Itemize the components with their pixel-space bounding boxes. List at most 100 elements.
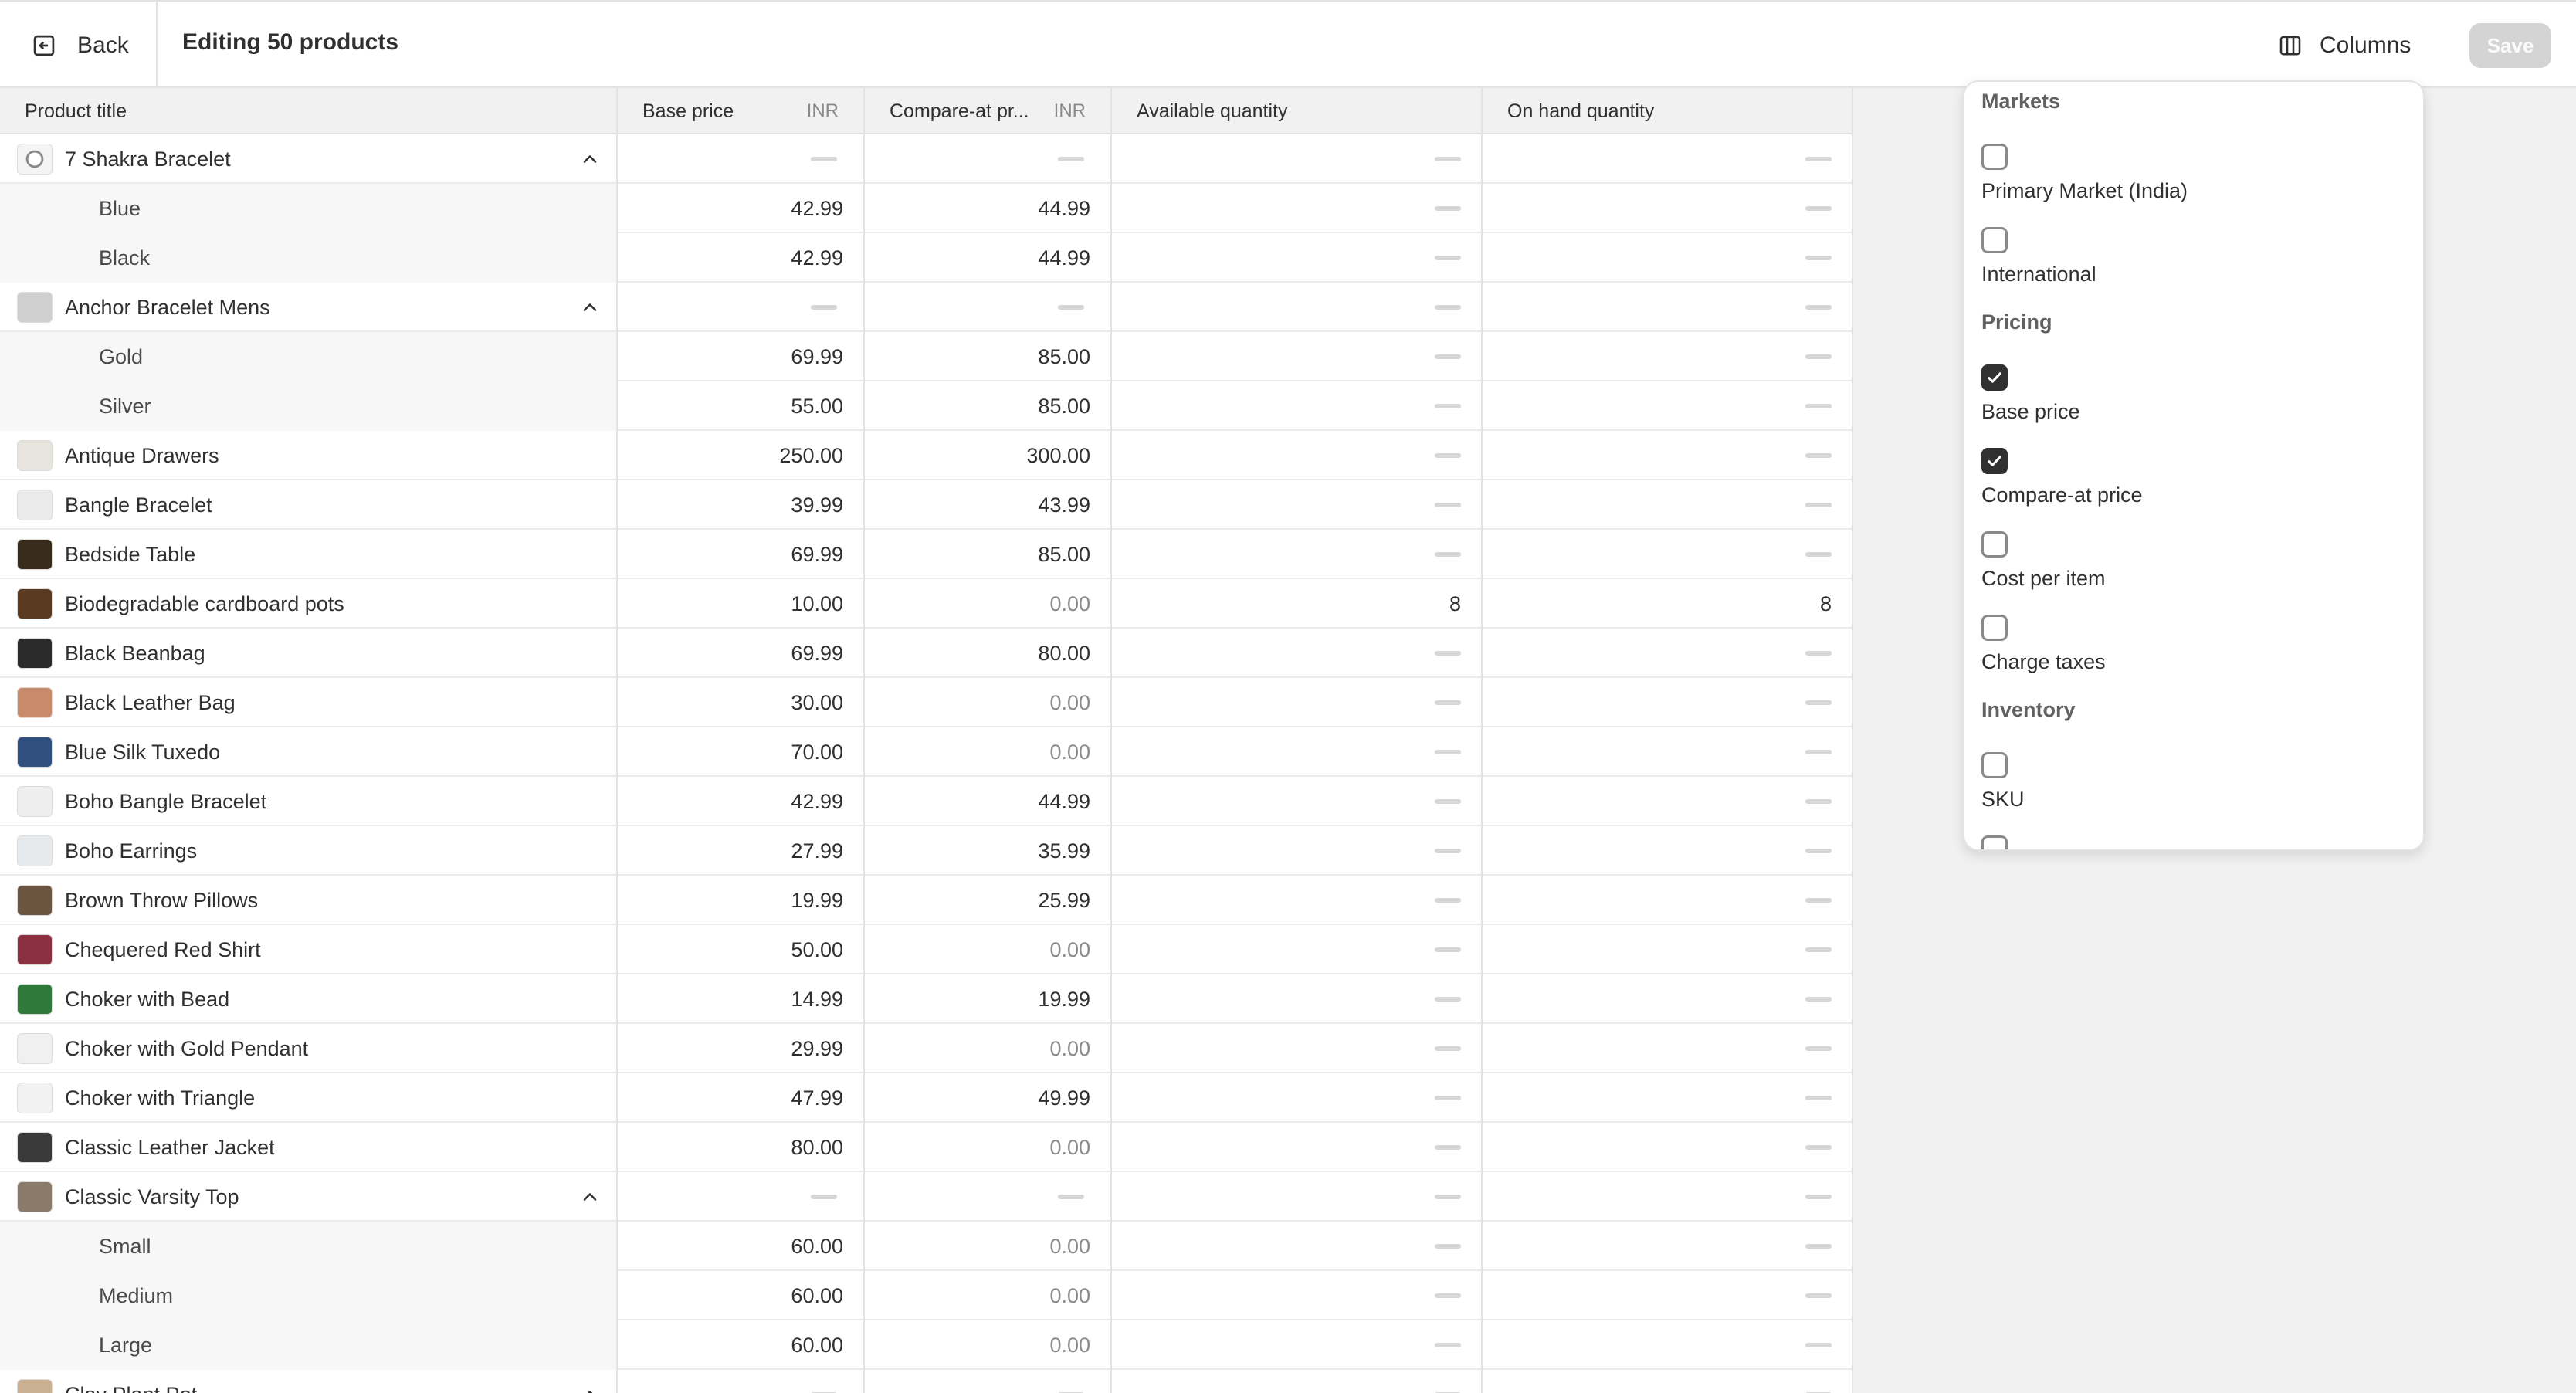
compare-at-price-cell[interactable]: 35.99 xyxy=(865,826,1112,876)
on-hand-quantity-cell[interactable]: 8 xyxy=(1483,579,1853,629)
checkbox-checked[interactable] xyxy=(1981,364,2008,391)
base-price-cell[interactable]: 10.00 xyxy=(618,579,865,629)
header-available-quantity[interactable]: Available quantity xyxy=(1112,88,1483,134)
base-price-cell[interactable]: 42.99 xyxy=(618,184,865,233)
header-base-price[interactable]: Base price INR xyxy=(618,88,865,134)
header-compare-at-price[interactable]: Compare-at pr... INR xyxy=(865,88,1112,134)
column-option[interactable] xyxy=(1981,835,2398,849)
base-price-cell[interactable]: 19.99 xyxy=(618,876,865,925)
column-option[interactable]: SKU xyxy=(1981,752,2398,812)
product-title-cell[interactable]: Boho Earrings xyxy=(0,826,618,876)
compare-at-price-cell[interactable]: 19.99 xyxy=(865,974,1112,1024)
product-title-cell[interactable]: 7 Shakra Bracelet xyxy=(0,134,618,184)
compare-at-price-cell[interactable]: 85.00 xyxy=(865,530,1112,579)
product-title-cell[interactable]: Bangle Bracelet xyxy=(0,480,618,530)
compare-at-price-cell[interactable]: 44.99 xyxy=(865,184,1112,233)
base-price-cell[interactable]: 60.00 xyxy=(618,1271,865,1320)
product-title-cell[interactable]: Large xyxy=(0,1320,618,1370)
product-title-cell[interactable]: Boho Bangle Bracelet xyxy=(0,777,618,826)
column-option[interactable]: Base price xyxy=(1981,364,2398,424)
back-button[interactable]: Back xyxy=(31,28,129,63)
product-title-cell[interactable]: Black Leather Bag xyxy=(0,678,618,727)
product-title-cell[interactable]: Classic Leather Jacket xyxy=(0,1123,618,1172)
base-price-cell[interactable]: 30.00 xyxy=(618,678,865,727)
product-title-cell[interactable]: Choker with Gold Pendant xyxy=(0,1024,618,1073)
compare-at-price-cell[interactable]: 49.99 xyxy=(865,1073,1112,1123)
product-title-cell[interactable]: Brown Throw Pillows xyxy=(0,876,618,925)
checkbox[interactable] xyxy=(1981,227,2008,253)
column-option[interactable]: Primary Market (India) xyxy=(1981,144,2398,203)
product-title-cell[interactable]: Gold xyxy=(0,332,618,381)
compare-at-price-cell[interactable]: 85.00 xyxy=(865,381,1112,431)
compare-at-price-cell[interactable]: 44.99 xyxy=(865,777,1112,826)
available-quantity-cell[interactable]: 8 xyxy=(1112,579,1483,629)
base-price-cell[interactable]: 50.00 xyxy=(618,925,865,974)
compare-at-price-cell[interactable]: 85.00 xyxy=(865,332,1112,381)
compare-at-price-cell[interactable]: 0.00 xyxy=(865,1320,1112,1370)
compare-at-price-cell[interactable]: 43.99 xyxy=(865,480,1112,530)
product-title-cell[interactable]: Antique Drawers xyxy=(0,431,618,480)
product-title-cell[interactable]: Biodegradable cardboard pots xyxy=(0,579,618,629)
product-title-cell[interactable]: Medium xyxy=(0,1271,618,1320)
base-price-cell[interactable]: 27.99 xyxy=(618,826,865,876)
column-option[interactable]: Charge taxes xyxy=(1981,615,2398,674)
compare-at-price-cell[interactable]: 0.00 xyxy=(865,925,1112,974)
compare-at-price-cell[interactable]: 80.00 xyxy=(865,629,1112,678)
column-option[interactable]: Cost per item xyxy=(1981,531,2398,591)
product-title-cell[interactable]: Anchor Bracelet Mens xyxy=(0,283,618,332)
save-button[interactable]: Save xyxy=(2469,23,2551,68)
compare-at-price-cell[interactable]: 0.00 xyxy=(865,727,1112,777)
product-title-cell[interactable]: Choker with Bead xyxy=(0,974,618,1024)
compare-at-price-cell[interactable]: 0.00 xyxy=(865,579,1112,629)
checkbox[interactable] xyxy=(1981,144,2008,170)
chevron-up-icon[interactable] xyxy=(579,297,601,318)
base-price-cell[interactable]: 250.00 xyxy=(618,431,865,480)
chevron-up-icon[interactable] xyxy=(579,148,601,170)
compare-at-price-cell[interactable]: 0.00 xyxy=(865,1222,1112,1271)
base-price-cell[interactable]: 80.00 xyxy=(618,1123,865,1172)
product-title-cell[interactable]: Blue Silk Tuxedo xyxy=(0,727,618,777)
product-title-cell[interactable]: Choker with Triangle xyxy=(0,1073,618,1123)
compare-at-price-cell[interactable]: 0.00 xyxy=(865,1271,1112,1320)
base-price-cell[interactable]: 60.00 xyxy=(618,1222,865,1271)
base-price-cell[interactable]: 69.99 xyxy=(618,332,865,381)
base-price-cell[interactable]: 70.00 xyxy=(618,727,865,777)
product-title-cell[interactable]: Chequered Red Shirt xyxy=(0,925,618,974)
checkbox[interactable] xyxy=(1981,615,2008,641)
base-price-cell[interactable]: 42.99 xyxy=(618,777,865,826)
column-option[interactable]: International xyxy=(1981,227,2398,286)
checkbox[interactable] xyxy=(1981,835,2008,849)
columns-button[interactable]: Columns xyxy=(2278,28,2411,63)
checkbox[interactable] xyxy=(1981,531,2008,558)
base-price-cell[interactable]: 69.99 xyxy=(618,530,865,579)
product-title-cell[interactable]: Classic Varsity Top xyxy=(0,1172,618,1222)
chevron-up-icon[interactable] xyxy=(579,1186,601,1208)
base-price-cell[interactable]: 29.99 xyxy=(618,1024,865,1073)
header-on-hand-quantity[interactable]: On hand quantity xyxy=(1483,88,1853,134)
base-price-cell[interactable]: 42.99 xyxy=(618,233,865,283)
base-price-cell[interactable]: 39.99 xyxy=(618,480,865,530)
compare-at-price-cell[interactable]: 44.99 xyxy=(865,233,1112,283)
base-price-cell[interactable]: 55.00 xyxy=(618,381,865,431)
checkbox-checked[interactable] xyxy=(1981,448,2008,474)
product-title-cell[interactable]: Small xyxy=(0,1222,618,1271)
compare-at-price-cell[interactable]: 0.00 xyxy=(865,678,1112,727)
product-title-cell[interactable]: Black Beanbag xyxy=(0,629,618,678)
product-title-cell[interactable]: Black xyxy=(0,233,618,283)
base-price-cell[interactable]: 47.99 xyxy=(618,1073,865,1123)
base-price-cell[interactable]: 69.99 xyxy=(618,629,865,678)
product-title-cell[interactable]: Clay Plant Pot xyxy=(0,1370,618,1393)
chevron-up-icon[interactable] xyxy=(579,1384,601,1393)
product-title-cell[interactable]: Bedside Table xyxy=(0,530,618,579)
base-price-cell[interactable]: 60.00 xyxy=(618,1320,865,1370)
compare-at-price-cell[interactable]: 0.00 xyxy=(865,1024,1112,1073)
compare-at-price-cell[interactable]: 0.00 xyxy=(865,1123,1112,1172)
compare-at-price-cell[interactable]: 300.00 xyxy=(865,431,1112,480)
compare-at-price-cell[interactable]: 25.99 xyxy=(865,876,1112,925)
column-option[interactable]: Compare-at price xyxy=(1981,448,2398,507)
product-title-cell[interactable]: Blue xyxy=(0,184,618,233)
product-title-cell[interactable]: Silver xyxy=(0,381,618,431)
header-product-title[interactable]: Product title xyxy=(0,88,618,134)
checkbox[interactable] xyxy=(1981,752,2008,778)
base-price-cell[interactable]: 14.99 xyxy=(618,974,865,1024)
